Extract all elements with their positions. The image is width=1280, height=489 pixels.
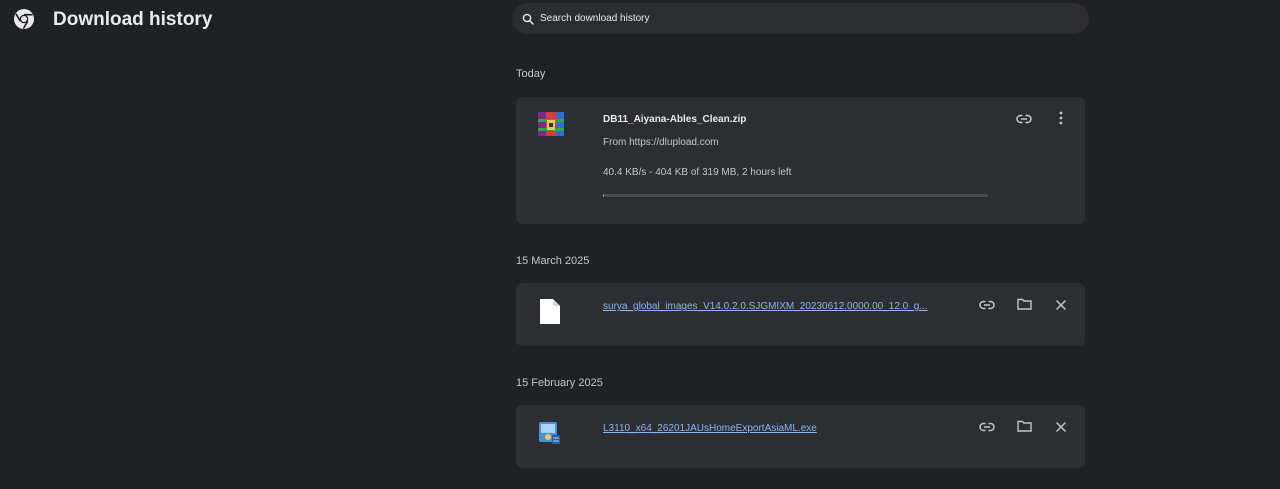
- file-name-link[interactable]: L3110_x64_26201JAUsHomeExportAsiaML.exe: [603, 423, 943, 434]
- search-icon: [520, 11, 536, 27]
- chrome-icon: [13, 8, 35, 30]
- copy-link-button[interactable]: [975, 294, 999, 318]
- page-title: Download history: [53, 9, 213, 30]
- show-in-folder-button[interactable]: [1012, 294, 1036, 318]
- download-progress-bar: [603, 194, 988, 197]
- remove-button[interactable]: [1049, 294, 1073, 318]
- show-in-folder-button[interactable]: [1012, 416, 1036, 440]
- link-icon: [1016, 111, 1032, 129]
- file-name-link[interactable]: surya_global_images_V14.0.2.0.SJGMIXM_20…: [603, 301, 943, 312]
- section-date-today: Today: [516, 68, 546, 80]
- blank-file-icon: [540, 299, 560, 329]
- close-icon: [1056, 297, 1066, 315]
- download-item: surya_global_images_V14.0.2.0.SJGMIXM_20…: [516, 283, 1085, 346]
- file-name: DB11_Aiyana-Ables_Clean.zip: [603, 114, 747, 125]
- winrar-archive-icon: [538, 112, 564, 141]
- copy-link-button[interactable]: [1012, 108, 1036, 132]
- search-input[interactable]: [540, 13, 1060, 24]
- download-progress-fill: [603, 194, 604, 197]
- file-source: From https://dlupload.com: [603, 137, 719, 148]
- download-item: L3110_x64_26201JAUsHomeExportAsiaML.exe: [516, 405, 1085, 468]
- link-icon: [979, 419, 995, 437]
- folder-icon: [1016, 419, 1032, 437]
- section-date-march: 15 March 2025: [516, 255, 590, 267]
- folder-icon: [1016, 297, 1032, 315]
- search-bar[interactable]: [512, 3, 1089, 34]
- installer-exe-icon: [536, 419, 562, 451]
- download-item: DB11_Aiyana-Ables_Clean.zip From https:/…: [516, 97, 1085, 224]
- section-date-february: 15 February 2025: [516, 377, 603, 389]
- remove-button[interactable]: [1049, 416, 1073, 440]
- more-actions-button[interactable]: [1049, 108, 1073, 132]
- copy-link-button[interactable]: [975, 416, 999, 440]
- close-icon: [1056, 419, 1066, 437]
- more-vert-icon: [1059, 111, 1063, 130]
- link-icon: [979, 297, 995, 315]
- download-status: 40.4 KB/s - 404 KB of 319 MB, 2 hours le…: [603, 167, 792, 178]
